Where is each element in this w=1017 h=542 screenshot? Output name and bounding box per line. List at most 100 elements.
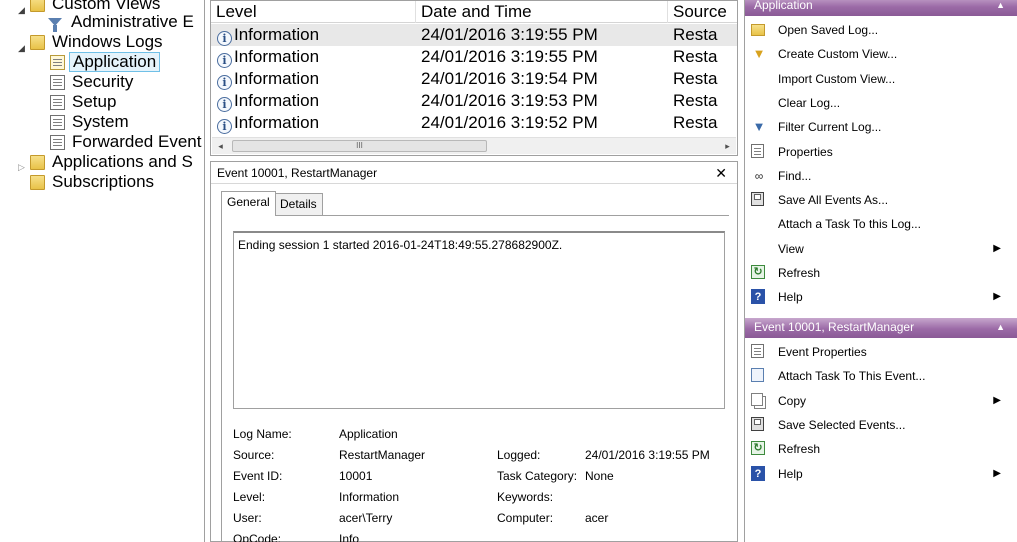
tab-general[interactable]: General: [221, 191, 276, 216]
actions-pane: Application ▲ Open Saved Log... ▼ Create C…: [744, 0, 1017, 542]
action-attach-task-to-this-event[interactable]: Attach Task To This Event...: [745, 364, 1017, 388]
save-icon: [751, 192, 764, 207]
information-icon: i: [217, 31, 232, 46]
log-icon: [50, 74, 65, 90]
detail-title: Event 10001, RestartManager ✕: [211, 162, 737, 184]
collapse-arrow-icon[interactable]: ◢: [18, 0, 25, 20]
table-row[interactable]: i Information 24/01/2016 3:19:54 PM Resta: [211, 68, 737, 90]
folder-icon: [30, 174, 45, 190]
action-refresh[interactable]: ↻ Refresh: [745, 261, 1017, 285]
field-value-event-id: 10001: [339, 469, 373, 483]
column-header-source[interactable]: Source: [668, 1, 737, 23]
cell-source: Resta: [673, 69, 718, 88]
submenu-arrow-icon: ▶: [993, 467, 1001, 479]
filter-icon: [48, 18, 62, 32]
tree-item-forwarded-events[interactable]: Forwarded Event: [50, 132, 204, 152]
scroll-right-arrow-icon[interactable]: ▸: [719, 138, 736, 154]
field-label-logged: Logged:: [497, 448, 541, 462]
tree-item-subscriptions[interactable]: Subscriptions: [30, 172, 157, 192]
tab-details[interactable]: Details: [274, 193, 323, 215]
collapse-caret-icon[interactable]: ▲: [996, 0, 1005, 15]
tree-item-administrative-events[interactable]: Administrative E: [48, 12, 197, 32]
log-icon: [50, 134, 65, 150]
field-label-computer: Computer:: [497, 511, 554, 525]
table-row[interactable]: i Information 24/01/2016 3:19:55 PM Resta: [211, 46, 737, 68]
field-value-log-name: Application: [339, 427, 398, 441]
cell-level: i Information: [217, 68, 413, 90]
action-refresh[interactable]: ↻ Refresh: [745, 437, 1017, 461]
folder-open-icon: [751, 24, 765, 36]
action-create-custom-view[interactable]: ▼ Create Custom View...: [745, 42, 1017, 66]
cell-level: i Information: [217, 24, 413, 46]
event-detail-panel: Event 10001, RestartManager ✕ General De…: [210, 161, 738, 542]
horizontal-scrollbar[interactable]: ◂ III ▸: [212, 137, 736, 154]
field-value-logged: 24/01/2016 3:19:55 PM: [585, 448, 710, 462]
cell-level: i Information: [217, 46, 413, 68]
cell-date-time: 24/01/2016 3:19:54 PM: [421, 69, 598, 88]
field-label-source: Source:: [233, 448, 275, 462]
refresh-icon: ↻: [751, 265, 765, 279]
action-help[interactable]: ? Help ▶: [745, 285, 1017, 309]
action-properties[interactable]: Properties: [745, 140, 1017, 164]
event-description: Ending session 1 started 2016-01-24T18:4…: [238, 238, 563, 252]
help-icon: ?: [751, 289, 765, 305]
action-attach-a-task-to-this-log[interactable]: Attach a Task To this Log...: [745, 212, 1017, 236]
tree-item-application[interactable]: Application: [50, 52, 161, 72]
save-icon: [751, 416, 764, 431]
folder-icon: [30, 34, 45, 50]
field-value-opcode: Info: [339, 532, 360, 542]
field-value-source: RestartManager: [339, 448, 426, 462]
information-icon: i: [217, 75, 232, 90]
table-row[interactable]: i Information 24/01/2016 3:19:52 PM Resta: [211, 112, 737, 134]
copy-icon: [751, 392, 763, 406]
field-label-task-category: Task Category:: [497, 469, 578, 483]
action-help[interactable]: ? Help ▶: [745, 462, 1017, 486]
funnel-star-icon: ▼: [752, 46, 766, 62]
field-value-user: acer\Terry: [339, 511, 393, 525]
table-row[interactable]: i Information 24/01/2016 3:19:53 PM Resta: [211, 90, 737, 112]
scroll-left-arrow-icon[interactable]: ◂: [212, 138, 229, 154]
action-save-selected-events[interactable]: Save Selected Events...: [745, 413, 1017, 437]
log-icon: [50, 54, 65, 70]
actions-section-event[interactable]: Event 10001, RestartManager ▲: [745, 318, 1017, 338]
cell-source: Resta: [673, 47, 718, 66]
information-icon: i: [217, 97, 232, 112]
tree-item-system[interactable]: System: [50, 112, 132, 132]
field-label-opcode: OpCode:: [233, 532, 282, 542]
tree-item-setup[interactable]: Setup: [50, 92, 119, 112]
binoculars-icon: ∞: [754, 168, 764, 183]
expand-arrow-icon[interactable]: ▷: [18, 157, 25, 177]
cell-level: i Information: [217, 112, 413, 134]
column-header-date-time[interactable]: Date and Time: [416, 1, 668, 23]
actions-section-application[interactable]: Application ▲: [745, 0, 1017, 16]
action-copy[interactable]: Copy ▶: [745, 389, 1017, 413]
collapse-caret-icon[interactable]: ▲: [996, 318, 1005, 337]
action-event-properties[interactable]: Event Properties: [745, 340, 1017, 364]
table-row[interactable]: i Information 24/01/2016 3:19:55 PM Resta: [211, 24, 737, 46]
tree-item-windows-logs[interactable]: ◢ Windows Logs: [18, 32, 166, 53]
action-find[interactable]: ∞ Find...: [745, 164, 1017, 188]
field-label-user: User:: [233, 511, 262, 525]
submenu-arrow-icon: ▶: [993, 291, 1001, 303]
properties-icon: [751, 143, 764, 158]
column-header-level[interactable]: Level: [211, 1, 416, 23]
event-description-box[interactable]: Ending session 1 started 2016-01-24T18:4…: [233, 231, 725, 409]
action-import-custom-view[interactable]: Import Custom View...: [745, 67, 1017, 91]
action-clear-log[interactable]: Clear Log...: [745, 91, 1017, 115]
submenu-arrow-icon: ▶: [993, 394, 1001, 406]
close-icon[interactable]: ✕: [715, 162, 727, 184]
submenu-arrow-icon: ▶: [993, 242, 1001, 254]
field-label-keywords: Keywords:: [497, 490, 554, 504]
funnel-icon: ▼: [752, 119, 766, 135]
action-filter-current-log[interactable]: ▼ Filter Current Log...: [745, 115, 1017, 139]
action-open-saved-log[interactable]: Open Saved Log...: [745, 18, 1017, 42]
tree-item-security[interactable]: Security: [50, 72, 136, 92]
action-save-all-events-as[interactable]: Save All Events As...: [745, 188, 1017, 212]
refresh-icon: ↻: [751, 441, 765, 456]
events-grid: Level Date and Time Source i Information 2…: [210, 0, 738, 156]
collapse-arrow-icon[interactable]: ◢: [18, 38, 25, 58]
tree-item-applications-services[interactable]: ▷ Applications and S: [18, 152, 196, 172]
help-icon: ?: [751, 465, 765, 481]
action-view[interactable]: View ▶: [745, 237, 1017, 261]
scroll-thumb[interactable]: III: [232, 140, 487, 152]
